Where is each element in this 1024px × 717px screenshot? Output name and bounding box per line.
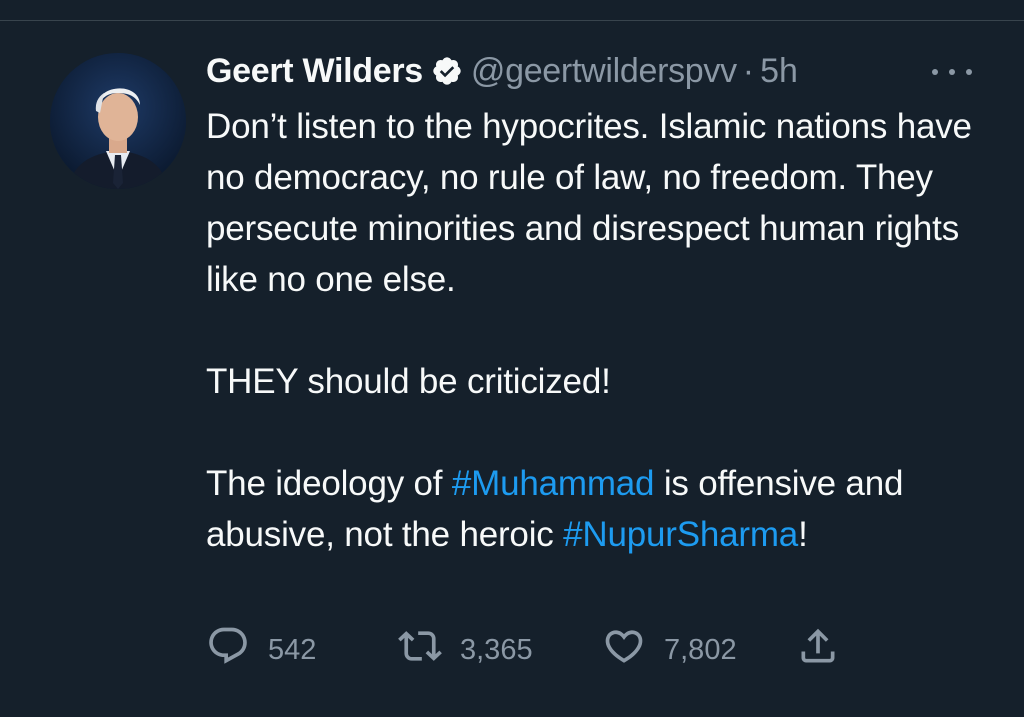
tweet-paragraph: THEY should be criticized! [206,362,611,401]
tweet-text-segment: The ideology of [206,464,452,503]
reply-count: 542 [268,633,317,666]
hashtag-link[interactable]: #NupurSharma [563,515,798,554]
heart-icon [602,624,646,676]
tweet-actions: 542 3,365 7,802 [206,627,840,673]
speech-bubble-icon [206,624,250,676]
separator-dot: · [742,52,755,90]
avatar[interactable] [50,53,186,189]
share-button[interactable] [796,624,840,676]
retweet-arrows-icon [398,624,442,676]
timestamp[interactable]: 5h [760,49,798,93]
share-upload-icon [796,624,840,676]
tweet-content: Geert Wilders @geertwilderspvv · 5h Don’… [206,49,986,560]
reply-button[interactable]: 542 [206,624,398,676]
tweet[interactable]: Geert Wilders @geertwilderspvv · 5h Don’… [0,21,1024,717]
author-handle[interactable]: @geertwilderspvv [471,49,737,93]
tweet-paragraph: Don’t listen to the hypocrites. Islamic … [206,107,972,299]
retweet-button[interactable]: 3,365 [398,624,602,676]
more-dots-icon[interactable] [932,57,972,87]
retweet-count: 3,365 [460,633,533,666]
tweet-text: Don’t listen to the hypocrites. Islamic … [206,101,986,560]
tweet-header: Geert Wilders @geertwilderspvv · 5h [206,49,986,93]
like-count: 7,802 [664,633,737,666]
author-name[interactable]: Geert Wilders [206,49,423,93]
like-button[interactable]: 7,802 [602,624,796,676]
avatar-image [50,53,186,189]
verified-badge-icon [431,55,463,87]
tweet-text-segment: ! [798,515,808,554]
tweet-paragraph: The ideology of #Muhammad is offensive a… [206,458,986,560]
hashtag-link[interactable]: #Muhammad [452,464,655,503]
